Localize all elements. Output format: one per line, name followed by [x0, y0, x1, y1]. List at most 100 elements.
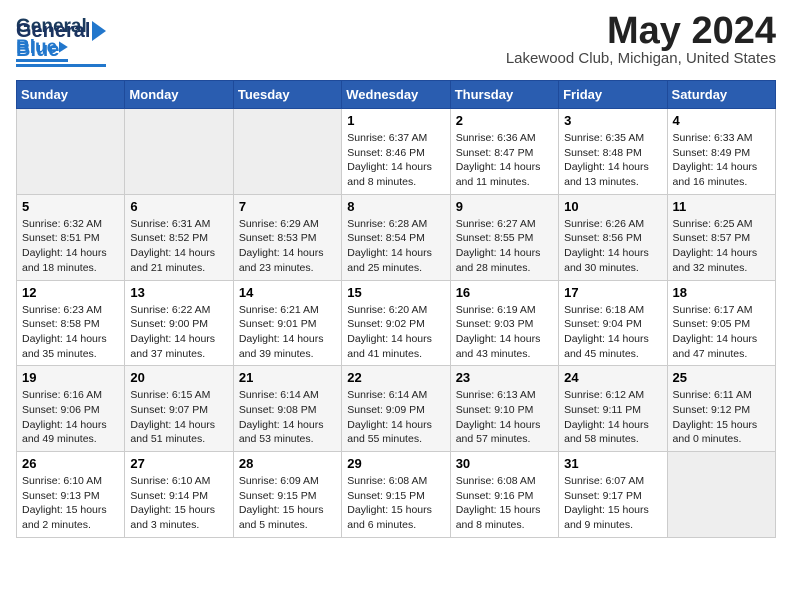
- day-number: 22: [347, 370, 444, 385]
- day-number: 8: [347, 199, 444, 214]
- day-number: 4: [673, 113, 770, 128]
- day-cell: [667, 452, 775, 538]
- day-number: 18: [673, 285, 770, 300]
- calendar-header: Sunday Monday Tuesday Wednesday Thursday…: [17, 81, 776, 109]
- day-cell: 31 Sunrise: 6:07 AM Sunset: 9:17 PM Dayli…: [559, 452, 667, 538]
- day-cell: 8 Sunrise: 6:28 AM Sunset: 8:54 PM Daylig…: [342, 194, 450, 280]
- day-number: 16: [456, 285, 553, 300]
- logo-real: General Blue: [16, 21, 106, 67]
- day-info: Sunrise: 6:37 AM Sunset: 8:46 PM Dayligh…: [347, 131, 444, 190]
- day-info: Sunrise: 6:20 AM Sunset: 9:02 PM Dayligh…: [347, 303, 444, 362]
- day-info: Sunrise: 6:26 AM Sunset: 8:56 PM Dayligh…: [564, 217, 661, 276]
- day-number: 31: [564, 456, 661, 471]
- day-info: Sunrise: 6:21 AM Sunset: 9:01 PM Dayligh…: [239, 303, 336, 362]
- day-info: Sunrise: 6:15 AM Sunset: 9:07 PM Dayligh…: [130, 388, 227, 447]
- day-cell: 14 Sunrise: 6:21 AM Sunset: 9:01 PM Dayli…: [233, 280, 341, 366]
- logo-triangle: [92, 21, 106, 41]
- day-cell: 24 Sunrise: 6:12 AM Sunset: 9:11 PM Dayli…: [559, 366, 667, 452]
- header-tuesday: Tuesday: [233, 81, 341, 109]
- day-info: Sunrise: 6:12 AM Sunset: 9:11 PM Dayligh…: [564, 388, 661, 447]
- day-info: Sunrise: 6:08 AM Sunset: 9:15 PM Dayligh…: [347, 474, 444, 533]
- day-info: Sunrise: 6:35 AM Sunset: 8:48 PM Dayligh…: [564, 131, 661, 190]
- day-cell: 16 Sunrise: 6:19 AM Sunset: 9:03 PM Dayli…: [450, 280, 558, 366]
- day-number: 7: [239, 199, 336, 214]
- day-cell: 20 Sunrise: 6:15 AM Sunset: 9:07 PM Dayli…: [125, 366, 233, 452]
- day-cell: 10 Sunrise: 6:26 AM Sunset: 8:56 PM Dayli…: [559, 194, 667, 280]
- day-number: 20: [130, 370, 227, 385]
- calendar-container: Sunday Monday Tuesday Wednesday Thursday…: [16, 80, 776, 538]
- sub-title: Lakewood Club, Michigan, United States: [506, 50, 776, 67]
- day-cell: 2Sunrise: 6:36 AM Sunset: 8:47 PM Daylig…: [450, 109, 558, 195]
- day-cell: [125, 109, 233, 195]
- day-cell: 12Sunrise: 6:23 AM Sunset: 8:58 PM Dayli…: [17, 280, 125, 366]
- day-cell: 13 Sunrise: 6:22 AM Sunset: 9:00 PM Dayli…: [125, 280, 233, 366]
- day-info: Sunrise: 6:14 AM Sunset: 9:08 PM Dayligh…: [239, 388, 336, 447]
- day-cell: 3 Sunrise: 6:35 AM Sunset: 8:48 PM Daylig…: [559, 109, 667, 195]
- day-cell: [233, 109, 341, 195]
- week-row-5: 26Sunrise: 6:10 AM Sunset: 9:13 PM Dayli…: [17, 452, 776, 538]
- header-saturday: Saturday: [667, 81, 775, 109]
- header-row: Sunday Monday Tuesday Wednesday Thursday…: [17, 81, 776, 109]
- logo-underline-bar: [16, 64, 106, 67]
- day-info: Sunrise: 6:18 AM Sunset: 9:04 PM Dayligh…: [564, 303, 661, 362]
- day-number: 1: [347, 113, 444, 128]
- day-number: 23: [456, 370, 553, 385]
- day-number: 14: [239, 285, 336, 300]
- logo-blue-text: Blue: [16, 39, 59, 62]
- day-cell: 18Sunrise: 6:17 AM Sunset: 9:05 PM Dayli…: [667, 280, 775, 366]
- day-number: 30: [456, 456, 553, 471]
- day-cell: 27Sunrise: 6:10 AM Sunset: 9:14 PM Dayli…: [125, 452, 233, 538]
- day-cell: 28Sunrise: 6:09 AM Sunset: 9:15 PM Dayli…: [233, 452, 341, 538]
- main-title: May 2024: [506, 12, 776, 50]
- header-friday: Friday: [559, 81, 667, 109]
- day-info: Sunrise: 6:11 AM Sunset: 9:12 PM Dayligh…: [673, 388, 770, 447]
- day-cell: 11 Sunrise: 6:25 AM Sunset: 8:57 PM Dayli…: [667, 194, 775, 280]
- day-cell: 19 Sunrise: 6:16 AM Sunset: 9:06 PM Dayli…: [17, 366, 125, 452]
- week-row-4: 19 Sunrise: 6:16 AM Sunset: 9:06 PM Dayli…: [17, 366, 776, 452]
- day-info: Sunrise: 6:27 AM Sunset: 8:55 PM Dayligh…: [456, 217, 553, 276]
- day-info: Sunrise: 6:28 AM Sunset: 8:54 PM Dayligh…: [347, 217, 444, 276]
- day-number: 10: [564, 199, 661, 214]
- day-number: 11: [673, 199, 770, 214]
- day-cell: 22 Sunrise: 6:14 AM Sunset: 9:09 PM Dayli…: [342, 366, 450, 452]
- day-number: 19: [22, 370, 119, 385]
- day-cell: 29 Sunrise: 6:08 AM Sunset: 9:15 PM Dayli…: [342, 452, 450, 538]
- day-info: Sunrise: 6:13 AM Sunset: 9:10 PM Dayligh…: [456, 388, 553, 447]
- calendar-body: 1 Sunrise: 6:37 AM Sunset: 8:46 PM Daylig…: [17, 109, 776, 538]
- day-cell: 21 Sunrise: 6:14 AM Sunset: 9:08 PM Dayli…: [233, 366, 341, 452]
- day-number: 27: [130, 456, 227, 471]
- day-info: Sunrise: 6:07 AM Sunset: 9:17 PM Dayligh…: [564, 474, 661, 533]
- header-thursday: Thursday: [450, 81, 558, 109]
- header-wednesday: Wednesday: [342, 81, 450, 109]
- day-number: 12: [22, 285, 119, 300]
- day-cell: 6Sunrise: 6:31 AM Sunset: 8:52 PM Daylig…: [125, 194, 233, 280]
- day-cell: 5Sunrise: 6:32 AM Sunset: 8:51 PM Daylig…: [17, 194, 125, 280]
- day-info: Sunrise: 6:33 AM Sunset: 8:49 PM Dayligh…: [673, 131, 770, 190]
- day-info: Sunrise: 6:14 AM Sunset: 9:09 PM Dayligh…: [347, 388, 444, 447]
- day-cell: 25 Sunrise: 6:11 AM Sunset: 9:12 PM Dayli…: [667, 366, 775, 452]
- logo-general-text: General: [16, 21, 90, 41]
- day-info: Sunrise: 6:36 AM Sunset: 8:47 PM Dayligh…: [456, 131, 553, 190]
- day-info: Sunrise: 6:25 AM Sunset: 8:57 PM Dayligh…: [673, 217, 770, 276]
- day-info: Sunrise: 6:19 AM Sunset: 9:03 PM Dayligh…: [456, 303, 553, 362]
- day-info: Sunrise: 6:09 AM Sunset: 9:15 PM Dayligh…: [239, 474, 336, 533]
- day-cell: 4 Sunrise: 6:33 AM Sunset: 8:49 PM Daylig…: [667, 109, 775, 195]
- day-cell: 15Sunrise: 6:20 AM Sunset: 9:02 PM Dayli…: [342, 280, 450, 366]
- day-cell: 23 Sunrise: 6:13 AM Sunset: 9:10 PM Dayli…: [450, 366, 558, 452]
- day-number: 24: [564, 370, 661, 385]
- real-title-block: May 2024 Lakewood Club, Michigan, United…: [506, 12, 776, 67]
- week-row-2: 5Sunrise: 6:32 AM Sunset: 8:51 PM Daylig…: [17, 194, 776, 280]
- header-sunday: Sunday: [17, 81, 125, 109]
- day-cell: 1 Sunrise: 6:37 AM Sunset: 8:46 PM Daylig…: [342, 109, 450, 195]
- day-number: 29: [347, 456, 444, 471]
- day-number: 13: [130, 285, 227, 300]
- day-number: 26: [22, 456, 119, 471]
- week-row-1: 1 Sunrise: 6:37 AM Sunset: 8:46 PM Daylig…: [17, 109, 776, 195]
- day-number: 25: [673, 370, 770, 385]
- day-cell: 26Sunrise: 6:10 AM Sunset: 9:13 PM Dayli…: [17, 452, 125, 538]
- day-info: Sunrise: 6:22 AM Sunset: 9:00 PM Dayligh…: [130, 303, 227, 362]
- day-info: Sunrise: 6:16 AM Sunset: 9:06 PM Dayligh…: [22, 388, 119, 447]
- day-number: 9: [456, 199, 553, 214]
- day-number: 21: [239, 370, 336, 385]
- day-number: 3: [564, 113, 661, 128]
